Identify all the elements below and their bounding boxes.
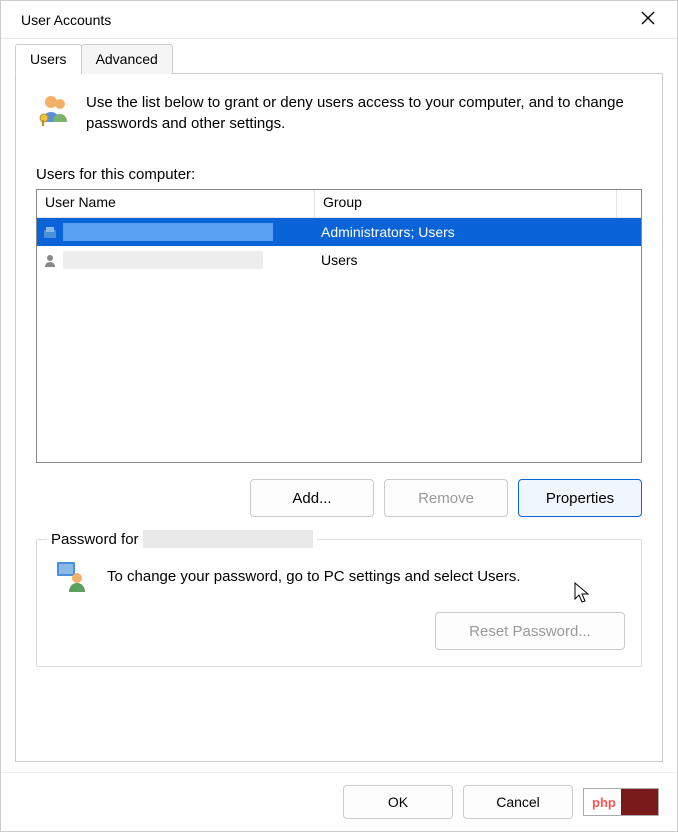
username-redacted (63, 223, 273, 241)
intro-row: Use the list below to grant or deny user… (36, 92, 642, 134)
user-icon (43, 253, 57, 267)
tab-panel-users: Use the list below to grant or deny user… (15, 73, 663, 762)
user-list-row[interactable]: Users (37, 246, 641, 274)
dialog-content: Users Advanced Use the list below to gra… (1, 39, 677, 772)
username-redacted (63, 251, 263, 269)
ok-button[interactable]: OK (343, 785, 453, 819)
user-monitor-icon (53, 558, 89, 594)
user-list-row[interactable]: Administrators; Users (37, 218, 641, 246)
cell-username (37, 223, 315, 241)
tab-users[interactable]: Users (15, 44, 82, 74)
column-header-gutter (617, 190, 641, 217)
password-row: To change your password, go to PC settin… (53, 558, 625, 594)
password-legend-redacted (143, 530, 313, 548)
tab-strip: Users Advanced (15, 44, 663, 74)
close-button[interactable] (631, 5, 665, 34)
password-text: To change your password, go to PC settin… (107, 568, 521, 585)
password-legend-prefix: Password for (51, 531, 139, 548)
reset-password-button: Reset Password... (435, 612, 625, 650)
dialog-footer: OK Cancel php (1, 772, 677, 831)
user-buttons-row: Add... Remove Properties (36, 479, 642, 517)
properties-button[interactable]: Properties (518, 479, 642, 517)
cancel-button[interactable]: Cancel (463, 785, 573, 819)
cell-group: Administrators; Users (315, 224, 641, 240)
password-button-row: Reset Password... (53, 612, 625, 650)
add-button[interactable]: Add... (250, 479, 374, 517)
user-list-label: Users for this computer: (36, 166, 642, 183)
column-header-group[interactable]: Group (315, 190, 617, 217)
user-accounts-dialog: User Accounts Users Advanced Use the lis… (0, 0, 678, 832)
user-list[interactable]: User Name Group Administrators; Users (36, 189, 642, 463)
password-fieldset: Password for To change your password, go… (36, 539, 642, 667)
remove-button: Remove (384, 479, 508, 517)
titlebar: User Accounts (1, 1, 677, 39)
intro-text: Use the list below to grant or deny user… (86, 92, 642, 134)
cell-group: Users (315, 252, 641, 268)
password-legend: Password for (47, 530, 317, 548)
user-icon (43, 225, 57, 239)
users-keys-icon (36, 92, 72, 128)
dialog-title: User Accounts (13, 12, 631, 28)
list-header: User Name Group (37, 190, 641, 218)
tab-advanced[interactable]: Advanced (81, 44, 173, 74)
cell-username (37, 251, 315, 269)
php-watermark: php (583, 788, 659, 816)
close-icon (641, 11, 655, 25)
column-header-username[interactable]: User Name (37, 190, 315, 217)
